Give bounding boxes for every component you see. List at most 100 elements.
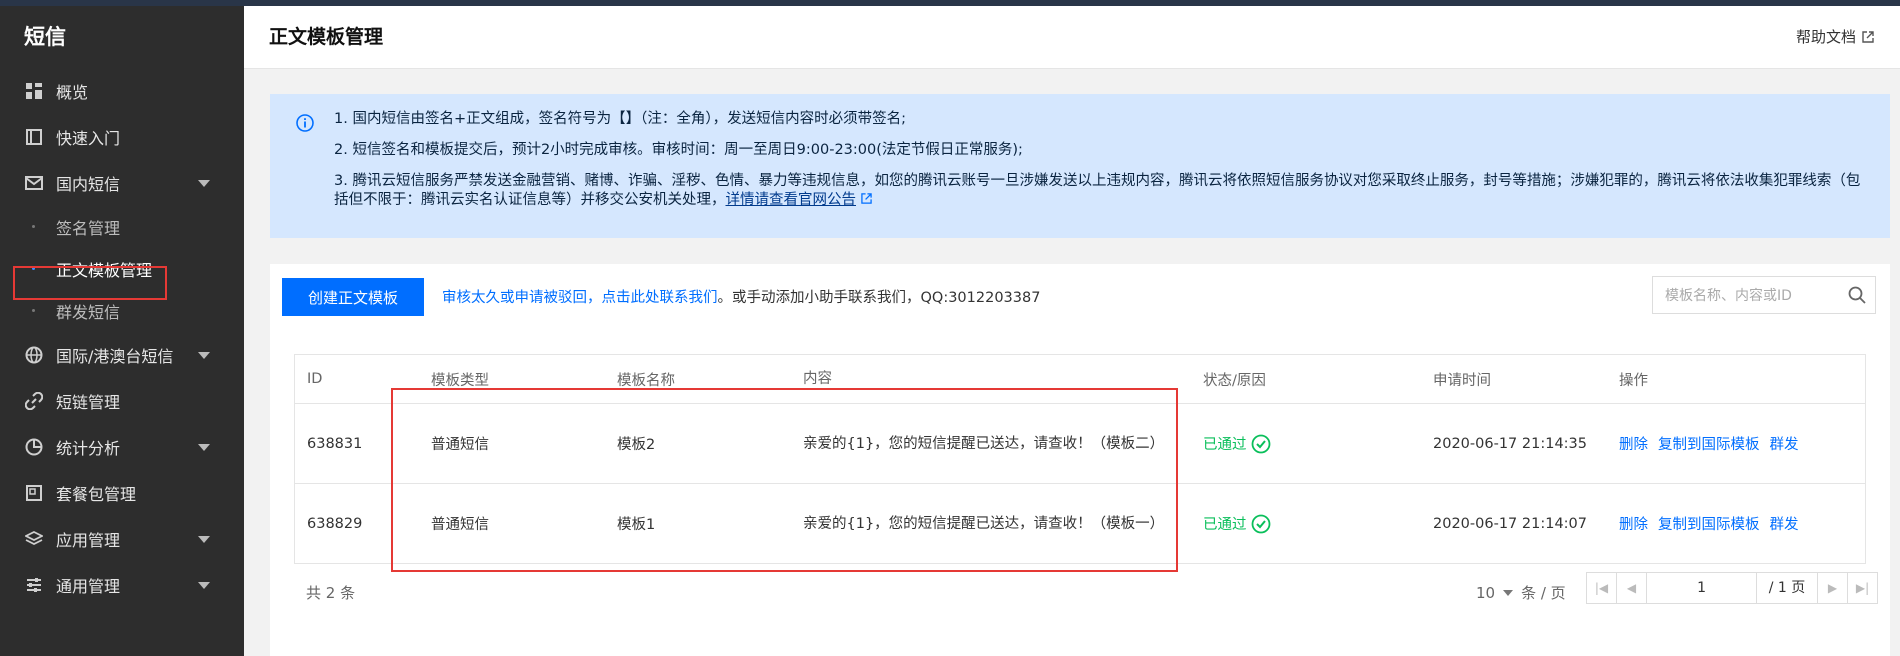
dashboard-icon [24,81,44,101]
sidebar-item-overview[interactable]: 概览 [0,68,244,114]
page-title: 正文模板管理 [269,26,384,48]
external-link-icon [860,193,872,204]
chevron-down-icon [198,352,210,359]
pie-chart-icon [24,437,44,457]
bullet-icon [32,225,35,228]
first-page-icon: |◀ [1594,581,1609,595]
delete-link[interactable]: 删除 [1619,437,1648,453]
chevron-down-icon [198,536,210,543]
contact-us-link[interactable]: 审核太久或申请被驳回，点击此处联系我们 [442,290,718,306]
page-size-unit: 条 / 页 [1521,584,1566,602]
copy-to-intl-link[interactable]: 复制到国际模板 [1658,437,1760,453]
sidebar: 短信 概览 快速入门 国内短信 签名管理 正文模板管理 群发短信 国际/港澳台短 [0,6,244,656]
sidebar-item-label: 概览 [56,83,89,102]
bullet-icon [32,309,35,312]
sidebar-item-statistics[interactable]: 统计分析 [0,424,244,470]
status-badge: 已通过 [1203,437,1247,453]
layers-icon [24,529,44,549]
sidebar-item-label: 短链管理 [56,393,121,412]
help-docs-label: 帮助文档 [1795,28,1856,46]
sidebar-item-domestic-sms[interactable]: 国内短信 [0,160,244,206]
header-status: 状态/原因 [1203,372,1266,389]
sidebar-subitem-signature[interactable]: 签名管理 [0,206,244,248]
settings-sliders-icon [24,575,44,595]
mail-icon [24,173,44,193]
status-badge: 已通过 [1203,517,1247,533]
chevron-down-icon [198,180,210,187]
cell-time: 2020-06-17 21:14:07 [1433,515,1587,532]
chevron-down-icon [198,582,210,589]
prev-page-icon: ◀ [1626,581,1637,595]
sidebar-item-general[interactable]: 通用管理 [0,562,244,608]
pagination: |◀ ◀ / 1 页 ▶ ▶| [1586,572,1878,604]
header-content: 内容 [803,371,832,387]
sidebar-item-label: 国内短信 [56,175,121,194]
notice-line-1: 1. 国内短信由签名+正文组成，签名符号为【】（注：全角），发送短信内容时必须带… [334,111,906,127]
sidebar-item-international-sms[interactable]: 国际/港澳台短信 [0,332,244,378]
cell-actions: 删除 复制到国际模板 群发 [1607,433,1865,454]
sidebar-item-label: 统计分析 [56,439,121,458]
sidebar-subitem-label: 签名管理 [56,219,121,238]
header-id: ID [307,371,323,387]
sidebar-item-quickstart[interactable]: 快速入门 [0,114,244,160]
next-page-icon: ▶ [1827,581,1838,595]
package-icon [24,483,44,503]
last-page-icon: ▶| [1855,581,1870,595]
search-box [1652,276,1876,315]
page-header: 正文模板管理 帮助文档 [244,6,1900,69]
page-size-select[interactable]: 10 条 / 页 [1476,582,1566,603]
cell-status: 已通过 [1191,433,1421,454]
copy-to-intl-link[interactable]: 复制到国际模板 [1658,517,1760,533]
notice-banner: 1. 国内短信由签名+正文组成，签名符号为【】（注：全角），发送短信内容时必须带… [270,94,1890,238]
sidebar-item-label: 套餐包管理 [56,485,137,504]
create-template-button[interactable]: 创建正文模板 [282,278,424,316]
contact-hint-rest: 。或手动添加小助手联系我们，QQ:3012203387 [717,290,1041,306]
total-count: 共 2 条 [306,584,356,602]
bulk-send-link[interactable]: 群发 [1770,517,1799,533]
chevron-down-icon [198,444,210,451]
page-size-value: 10 [1476,583,1496,602]
link-icon [24,391,44,411]
notice-announcement-link[interactable]: 详情请查看官网公告 [726,192,857,208]
notice-line-3-text: 3. 腾讯云短信服务严禁发送金融营销、赌博、诈骗、淫秽、色情、暴力等违规信息，如… [334,173,1861,208]
highlight-annotation-box [391,388,1178,572]
notice-line-3: 3. 腾讯云短信服务严禁发送金融营销、赌博、诈骗、淫秽、色情、暴力等违规信息，如… [334,172,1870,210]
caret-down-icon [1503,589,1514,596]
sidebar-item-short-link[interactable]: 短链管理 [0,378,244,424]
check-circle-icon [1251,514,1270,533]
info-icon [296,114,314,132]
last-page-button[interactable]: ▶| [1848,573,1877,603]
brand-title: 短信 [24,25,66,49]
search-input[interactable] [1653,277,1853,315]
next-page-button[interactable]: ▶ [1818,573,1848,603]
external-link-icon [1862,31,1874,43]
search-icon[interactable] [1847,285,1867,305]
cell-actions: 删除 复制到国际模板 群发 [1607,513,1865,534]
sidebar-item-applications[interactable]: 应用管理 [0,516,244,562]
help-docs-link[interactable]: 帮助文档 [1796,6,1874,68]
active-item-highlight [13,266,167,300]
sidebar-item-package[interactable]: 套餐包管理 [0,470,244,516]
sidebar-item-label: 国际/港澳台短信 [56,347,174,366]
globe-icon [24,345,44,365]
first-page-button[interactable]: |◀ [1587,573,1618,603]
sidebar-subitem-label: 群发短信 [56,303,121,322]
header-actions: 操作 [1619,372,1648,389]
book-icon [24,127,44,147]
page-number-input[interactable] [1647,573,1758,603]
header-time: 申请时间 [1433,372,1491,389]
sidebar-item-label: 快速入门 [56,129,121,148]
delete-link[interactable]: 删除 [1619,517,1648,533]
notice-line-2: 2. 短信签名和模板提交后，预计2小时完成审核。审核时间：周一至周日9:00-2… [334,142,1023,158]
cell-time: 2020-06-17 21:14:35 [1433,435,1587,452]
cell-status: 已通过 [1191,513,1421,534]
sidebar-item-label: 应用管理 [56,531,121,550]
prev-page-button[interactable]: ◀ [1617,573,1648,603]
header-name: 模板名称 [617,372,675,389]
check-circle-icon [1251,434,1270,453]
contact-hint: 审核太久或申请被驳回，点击此处联系我们。或手动添加小助手联系我们，QQ:3012… [442,286,1040,307]
total-pages: / 1 页 [1757,573,1818,603]
sidebar-item-label: 通用管理 [56,577,121,596]
bulk-send-link[interactable]: 群发 [1770,437,1799,453]
header-type: 模板类型 [431,372,489,389]
